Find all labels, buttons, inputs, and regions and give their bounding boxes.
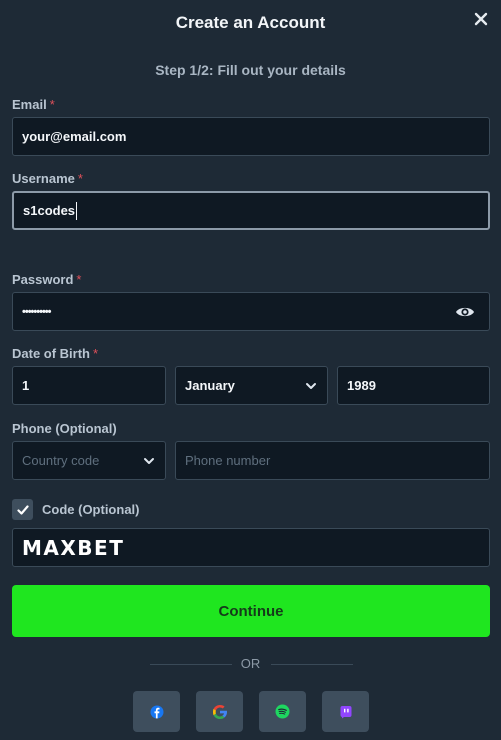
divider-line — [271, 664, 353, 665]
password-label: Password * — [12, 272, 82, 287]
password-field[interactable]: •••••••••• — [12, 292, 490, 331]
phone-label: Phone (Optional) — [12, 421, 117, 436]
google-icon — [212, 704, 227, 719]
step-indicator: Step 1/2: Fill out your details — [155, 62, 346, 78]
required-mark: * — [76, 272, 82, 287]
email-field[interactable]: your@email.com — [12, 117, 490, 156]
username-value: s1codes — [23, 203, 76, 218]
continue-button[interactable]: Continue — [12, 585, 490, 637]
required-mark: * — [93, 346, 99, 361]
username-label: Username * — [12, 171, 83, 186]
google-login-button[interactable] — [196, 691, 243, 732]
twitch-icon — [340, 705, 351, 718]
code-checkbox[interactable] — [12, 499, 33, 520]
required-mark: * — [49, 97, 55, 112]
page-title: Create an Account — [175, 13, 326, 32]
text-caret — [76, 201, 78, 220]
password-value: •••••••••• — [22, 305, 51, 318]
dob-year-value: 1989 — [347, 378, 376, 393]
dob-day-value: 1 — [22, 378, 30, 393]
or-divider: OR — [0, 655, 501, 673]
dob-year-field[interactable]: 1989 — [337, 366, 490, 405]
email-label: Email * — [12, 97, 55, 112]
promo-code-field[interactable]: MAXBET — [12, 528, 490, 567]
chevron-down-icon — [305, 380, 317, 392]
code-label: Code (Optional) — [42, 502, 140, 517]
modal-header: Create an Account — [0, 0, 501, 46]
chevron-down-icon — [143, 455, 155, 467]
email-value: your@email.com — [22, 129, 127, 144]
dob-month-value: January — [185, 378, 235, 393]
promo-code-value: MAXBET — [22, 535, 125, 560]
twitch-login-button[interactable] — [322, 691, 369, 732]
spotify-login-button[interactable] — [259, 691, 306, 732]
check-icon — [16, 504, 29, 515]
facebook-icon — [150, 705, 163, 718]
facebook-login-button[interactable] — [133, 691, 180, 732]
eye-icon[interactable] — [455, 304, 475, 320]
close-icon[interactable] — [471, 9, 491, 29]
dob-label: Date of Birth * — [12, 346, 99, 361]
username-field[interactable]: s1codes — [12, 191, 490, 230]
dob-month-select[interactable]: January — [175, 366, 328, 405]
phone-number-field[interactable]: Phone number — [175, 441, 490, 480]
phone-number-placeholder: Phone number — [185, 453, 271, 468]
country-code-placeholder: Country code — [22, 453, 100, 468]
dob-day-field[interactable]: 1 — [12, 366, 166, 405]
country-code-select[interactable]: Country code — [12, 441, 166, 480]
or-text: OR — [240, 656, 261, 671]
spotify-icon — [275, 704, 290, 719]
required-mark: * — [77, 171, 83, 186]
